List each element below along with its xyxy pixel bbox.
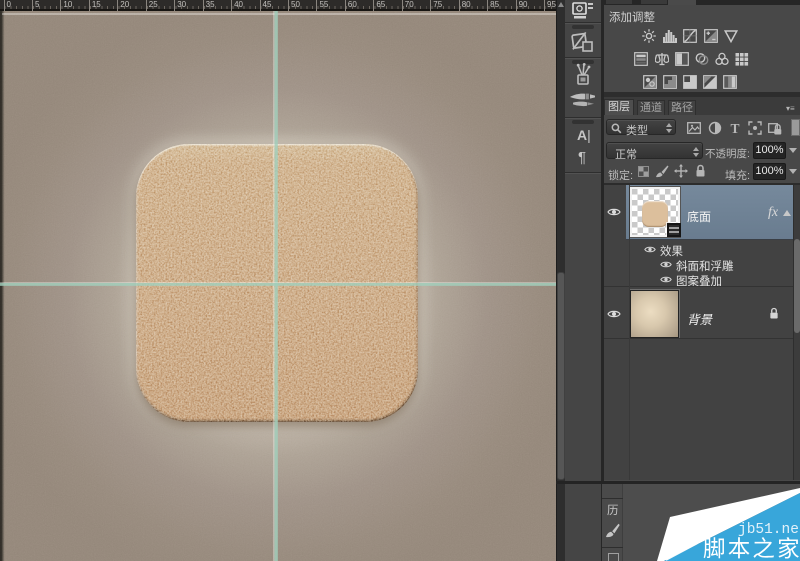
svg-text:脚本之家: 脚本之家	[703, 537, 800, 561]
svg-text:T: T	[730, 121, 739, 135]
